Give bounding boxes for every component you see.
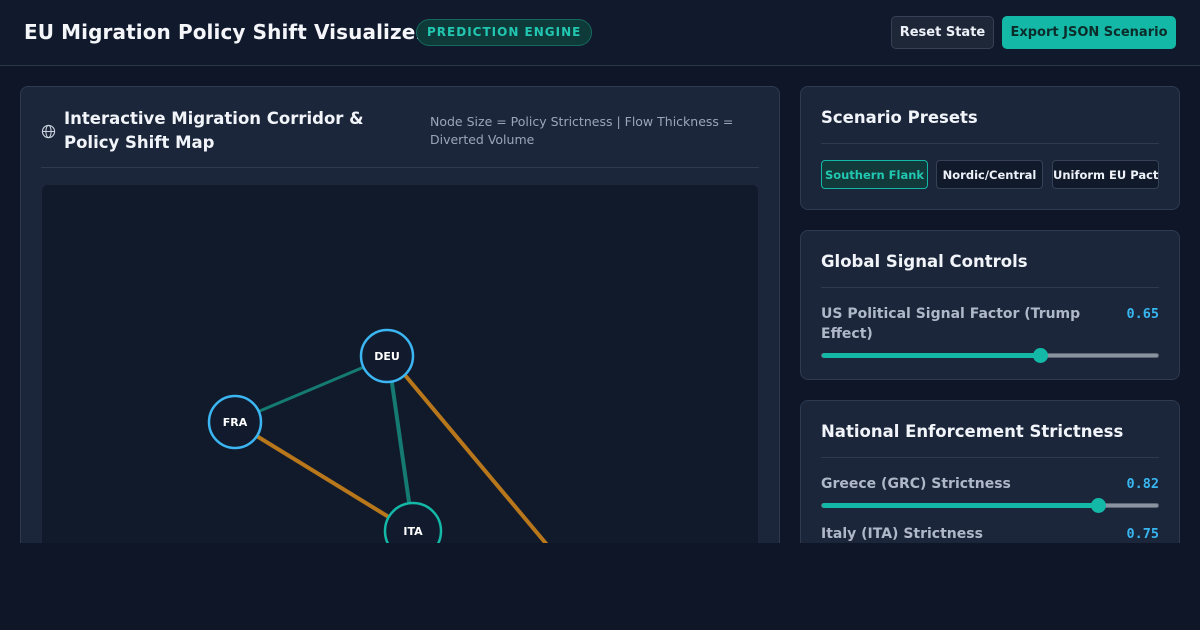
migration-map-card: Interactive Migration Corridor & Policy … [20,86,780,566]
flow-deu-ita[interactable] [389,375,412,510]
greece-strictness-slider[interactable] [821,498,1159,513]
national-enforcement-card: National Enforcement Strictness Greece (… [800,400,1180,560]
app-header: EU Migration Policy Shift Visualizer PRE… [0,0,1200,66]
scenario-presets-card: Scenario Presets Southern Flank Nordic/C… [800,86,1180,210]
slider-fill [822,353,1041,358]
node-label-fra: FRA [223,416,248,429]
us-signal-slider[interactable] [821,348,1159,363]
presets-title: Scenario Presets [821,108,978,127]
italy-strictness-label: Italy (ITA) Strictness [821,526,983,542]
corridor-map-svg: DEU FRA ITA [207,328,566,565]
national-title: National Enforcement Strictness [821,422,1124,441]
us-signal-value: 0.65 [1126,306,1159,322]
global-controls-title: Global Signal Controls [821,252,1028,271]
card-divider [821,143,1159,144]
slider-fill [822,503,1098,508]
globe-icon [41,124,56,139]
card-divider [821,457,1159,458]
export-json-button[interactable]: Export JSON Scenario [1002,16,1176,49]
corridor-map-canvas[interactable]: DEU FRA ITA [42,185,758,565]
node-label-deu: DEU [374,350,400,363]
greece-strictness-label: Greece (GRC) Strictness [821,476,1011,492]
preset-uniform-eu-pact-button[interactable]: Uniform EU Pact [1052,160,1159,189]
slider-handle[interactable] [1033,348,1049,363]
prediction-engine-badge: PREDICTION ENGINE [416,19,593,46]
global-signal-controls-card: Global Signal Controls US Political Sign… [800,230,1180,380]
us-signal-label: US Political Signal Factor (Trump Effect… [821,306,1081,342]
card-divider [821,287,1159,288]
map-title: Interactive Migration Corridor & Policy … [64,109,364,152]
node-fra[interactable]: FRA [207,394,263,450]
reset-state-button[interactable]: Reset State [891,16,994,49]
app-title: EU Migration Policy Shift Visualizer [24,20,426,44]
node-deu[interactable]: DEU [359,328,415,384]
card-divider [41,167,759,168]
map-legend: Node Size = Policy Strictness | Flow Thi… [430,114,734,147]
italy-strictness-value: 0.75 [1126,526,1159,542]
page-bottom-area [0,543,1200,630]
slider-handle[interactable] [1090,498,1106,513]
greece-strictness-value: 0.82 [1126,476,1159,492]
preset-nordic-central-button[interactable]: Nordic/Central [936,160,1043,189]
node-label-ita: ITA [403,525,423,538]
flow-fra-deu[interactable] [254,365,365,415]
flow-fra-ita[interactable] [253,433,394,521]
preset-southern-flank-button[interactable]: Southern Flank [821,160,928,189]
